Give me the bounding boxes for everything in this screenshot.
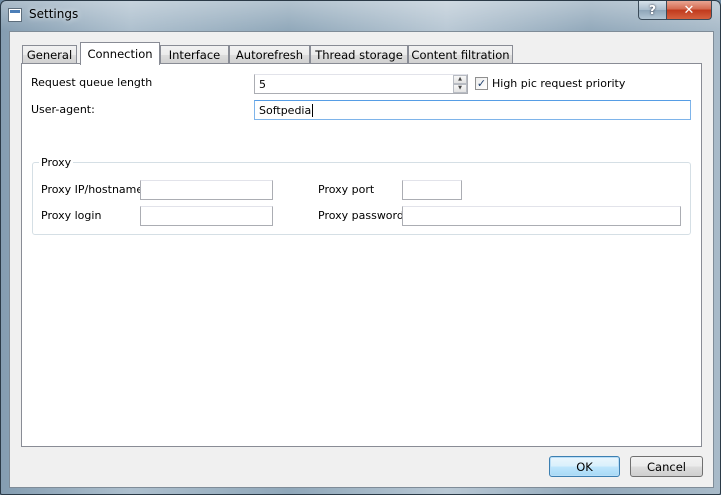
proxy-password-input[interactable] [402, 206, 681, 226]
tab-interface[interactable]: Interface [160, 45, 229, 64]
request-queue-spinner[interactable]: ▲ ▼ [453, 75, 467, 93]
tab-content-filtration[interactable]: Content filtration [408, 45, 513, 64]
proxy-password-label: Proxy password [318, 209, 404, 222]
app-icon [8, 8, 22, 22]
tab-thread-storage[interactable]: Thread storage [310, 45, 408, 64]
close-button[interactable]: ✕ [666, 1, 712, 20]
proxy-port-input[interactable] [402, 180, 462, 200]
ok-button[interactable]: OK [549, 456, 620, 477]
proxy-ip-label: Proxy IP/hostname [41, 183, 144, 196]
proxy-login-label: Proxy login [41, 209, 102, 222]
proxy-login-input[interactable] [140, 206, 273, 226]
proxy-port-label: Proxy port [318, 183, 375, 196]
tab-general[interactable]: General [22, 45, 77, 64]
high-pic-priority-checkbox[interactable]: ✓ [475, 77, 488, 90]
high-pic-priority-label: High pic request priority [492, 77, 626, 90]
user-agent-label: User-agent: [31, 103, 95, 116]
help-button[interactable]: ? [638, 1, 667, 20]
proxy-group-title: Proxy [39, 156, 74, 169]
user-agent-value: Softpedia [259, 103, 312, 117]
proxy-ip-input[interactable] [140, 180, 273, 200]
check-mark-icon: ✓ [476, 77, 487, 90]
tab-connection[interactable]: Connection [80, 42, 160, 65]
request-queue-input[interactable]: 5 [254, 74, 468, 94]
spin-up-icon[interactable]: ▲ [453, 75, 467, 84]
spin-down-icon[interactable]: ▼ [453, 84, 467, 93]
request-queue-value: 5 [259, 77, 266, 91]
cancel-button[interactable]: Cancel [630, 456, 703, 477]
connection-tab-panel: Request queue length 5 ▲ ▼ ✓ High pic re… [21, 63, 702, 447]
dialog-client-area: General Connection Interface Autorefresh… [9, 31, 714, 488]
tab-autorefresh[interactable]: Autorefresh [229, 45, 310, 64]
text-caret [312, 103, 314, 117]
user-agent-input[interactable]: Softpedia [254, 100, 691, 120]
settings-window: Settings ? ✕ General Connection Interfac… [0, 0, 721, 495]
request-queue-label: Request queue length [31, 76, 153, 89]
window-title: Settings [29, 7, 79, 21]
